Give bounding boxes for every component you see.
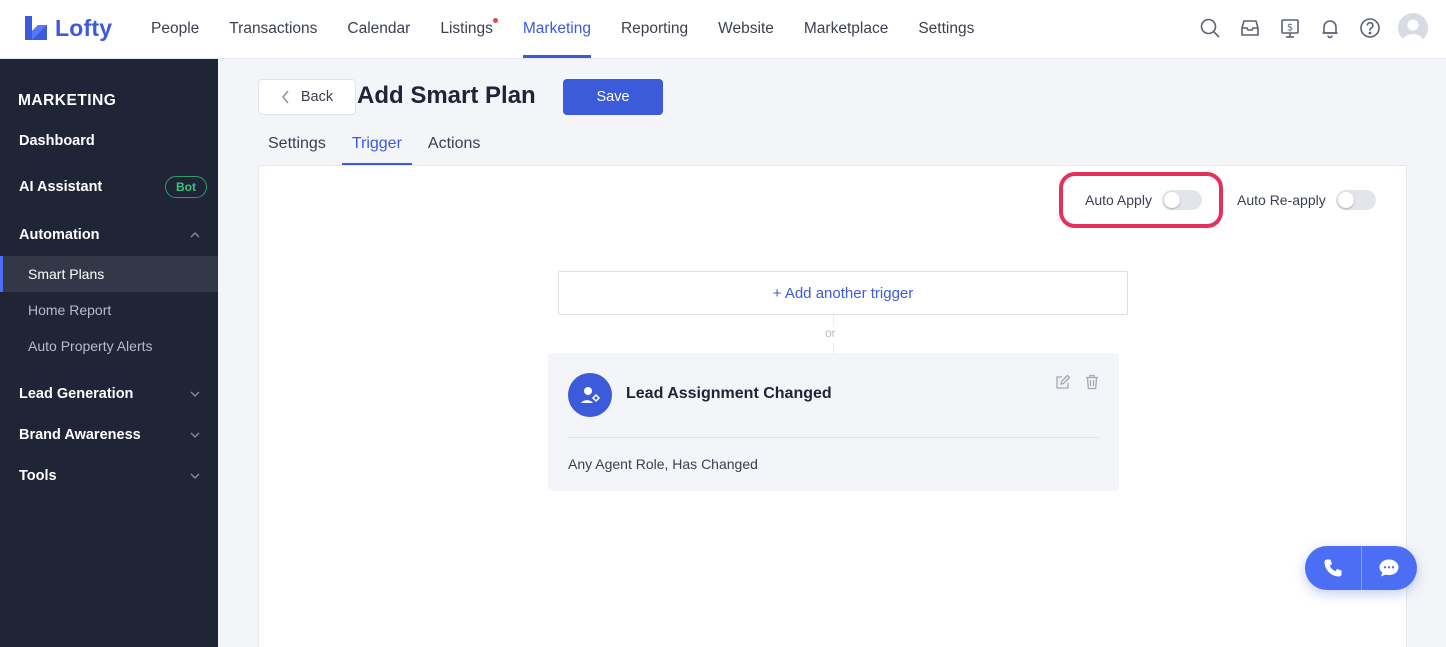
tab-actions[interactable]: Actions <box>418 124 490 165</box>
nav-calendar[interactable]: Calendar <box>347 0 410 58</box>
sidebar-item-tools[interactable]: Tools <box>0 458 218 494</box>
help-icon[interactable] <box>1358 16 1382 40</box>
nav-transactions[interactable]: Transactions <box>229 0 317 58</box>
nav-marketplace[interactable]: Marketplace <box>804 0 888 58</box>
nav-settings-label: Settings <box>918 20 975 37</box>
or-separator: or <box>825 326 836 340</box>
top-navigation-bar: Lofty People Transactions Calendar Listi… <box>0 0 1446 59</box>
lofty-logo[interactable]: Lofty <box>23 14 112 42</box>
tab-trigger[interactable]: Trigger <box>341 124 413 165</box>
tab-label: Settings <box>268 135 326 152</box>
brand-name: Lofty <box>55 14 113 41</box>
floating-contact-buttons <box>1305 546 1417 590</box>
page-title: Add Smart Plan <box>357 82 536 109</box>
trigger-card: Lead Assignment Changed Any Agent Role, … <box>548 353 1119 491</box>
nav-website-label: Website <box>718 20 774 37</box>
sidebar-item-home-report[interactable]: Home Report <box>0 292 218 328</box>
nav-marketing[interactable]: Marketing <box>522 0 592 58</box>
sidebar-item-label: Lead Generation <box>19 386 134 402</box>
back-button-label: Back <box>300 89 334 105</box>
sidebar-item-label: AI Assistant <box>19 179 103 195</box>
nav-website[interactable]: Website <box>718 0 774 58</box>
avatar[interactable] <box>1398 13 1428 43</box>
nav-reporting-label: Reporting <box>620 20 689 37</box>
auto-apply-switch[interactable] <box>1161 190 1202 210</box>
auto-apply-toggle-group: Auto Apply <box>1085 190 1202 210</box>
billing-icon[interactable]: $ <box>1278 16 1302 40</box>
auto-apply-label: Auto Apply <box>1085 192 1152 208</box>
sidebar-item-brand-awareness[interactable]: Brand Awareness <box>0 417 218 453</box>
notification-dot <box>492 18 498 23</box>
card-divider <box>568 437 1099 438</box>
nav-marketplace-label: Marketplace <box>803 20 889 37</box>
nav-settings[interactable]: Settings <box>918 0 974 58</box>
sidebar-item-lead-generation[interactable]: Lead Generation <box>0 376 218 412</box>
nav-listings[interactable]: Listings <box>440 0 498 58</box>
connector-line <box>833 315 834 325</box>
chevron-down-icon <box>190 432 200 438</box>
inbox-icon[interactable] <box>1238 16 1262 40</box>
trigger-card-actions <box>1055 374 1099 390</box>
save-button[interactable]: Save <box>563 79 663 115</box>
tab-label: Actions <box>427 135 481 152</box>
sidebar-item-label: Smart Plans <box>28 266 105 282</box>
auto-reapply-toggle-group: Auto Re-apply <box>1237 190 1376 210</box>
sidebar-item-auto-property-alerts[interactable]: Auto Property Alerts <box>0 328 218 364</box>
phone-icon <box>1324 559 1342 577</box>
tab-settings[interactable]: Settings <box>258 124 336 165</box>
add-another-trigger-button[interactable]: + Add another trigger <box>558 271 1128 315</box>
trigger-panel: Auto Apply Auto Re-apply + Add another t… <box>258 165 1407 647</box>
back-button[interactable]: Back <box>258 79 356 115</box>
sidebar-item-label: Home Report <box>28 302 112 318</box>
sidebar-item-ai-assistant[interactable]: AI Assistant Bot <box>0 169 218 205</box>
trigger-description: Any Agent Role, Has Changed <box>568 456 758 472</box>
chat-icon <box>1379 559 1399 577</box>
main-nav: People Transactions Calendar Listings Ma… <box>151 0 1004 58</box>
chevron-left-icon <box>281 90 289 104</box>
sidebar-item-dashboard[interactable]: Dashboard <box>0 123 218 159</box>
top-icon-group: $ <box>1198 13 1428 43</box>
auto-reapply-label: Auto Re-apply <box>1237 192 1326 208</box>
nav-marketing-label: Marketing <box>522 20 591 37</box>
sidebar-item-label: Brand Awareness <box>19 427 141 443</box>
tab-label: Trigger <box>351 135 402 152</box>
svg-text:$: $ <box>1287 23 1293 34</box>
bot-badge: Bot <box>165 176 207 198</box>
auto-reapply-switch[interactable] <box>1335 190 1376 210</box>
connector-line <box>833 343 834 353</box>
user-assign-icon <box>568 373 612 417</box>
trigger-title: Lead Assignment Changed <box>626 385 832 402</box>
nav-reporting[interactable]: Reporting <box>621 0 688 58</box>
lofty-logo-icon <box>25 16 47 40</box>
sidebar-item-label: Tools <box>19 468 57 484</box>
switch-knob <box>1163 192 1180 208</box>
phone-button[interactable] <box>1305 546 1361 590</box>
trash-icon[interactable] <box>1085 374 1099 390</box>
search-icon[interactable] <box>1198 16 1222 40</box>
chevron-up-icon <box>190 232 200 238</box>
nav-transactions-label: Transactions <box>229 20 318 37</box>
nav-calendar-label: Calendar <box>347 20 411 37</box>
nav-listings-label: Listings <box>440 20 493 37</box>
sidebar-item-label: Auto Property Alerts <box>28 338 153 354</box>
sidebar-item-label: Automation <box>19 227 100 243</box>
chevron-down-icon <box>190 473 200 479</box>
chat-button[interactable] <box>1361 546 1417 590</box>
sidebar-item-label: Dashboard <box>19 133 95 149</box>
sidebar: MARKETING Dashboard AI Assistant Bot Aut… <box>0 59 218 647</box>
bell-icon[interactable] <box>1318 16 1342 40</box>
edit-icon[interactable] <box>1055 374 1071 390</box>
chevron-down-icon <box>190 391 200 397</box>
nav-people-label: People <box>151 20 200 37</box>
nav-people[interactable]: People <box>151 0 199 58</box>
sidebar-title: MARKETING <box>18 92 117 109</box>
sidebar-item-smart-plans[interactable]: Smart Plans <box>0 256 218 292</box>
switch-knob <box>1337 192 1354 208</box>
sidebar-item-automation[interactable]: Automation <box>0 217 218 253</box>
plan-tabs: Settings Trigger Actions <box>258 124 496 165</box>
